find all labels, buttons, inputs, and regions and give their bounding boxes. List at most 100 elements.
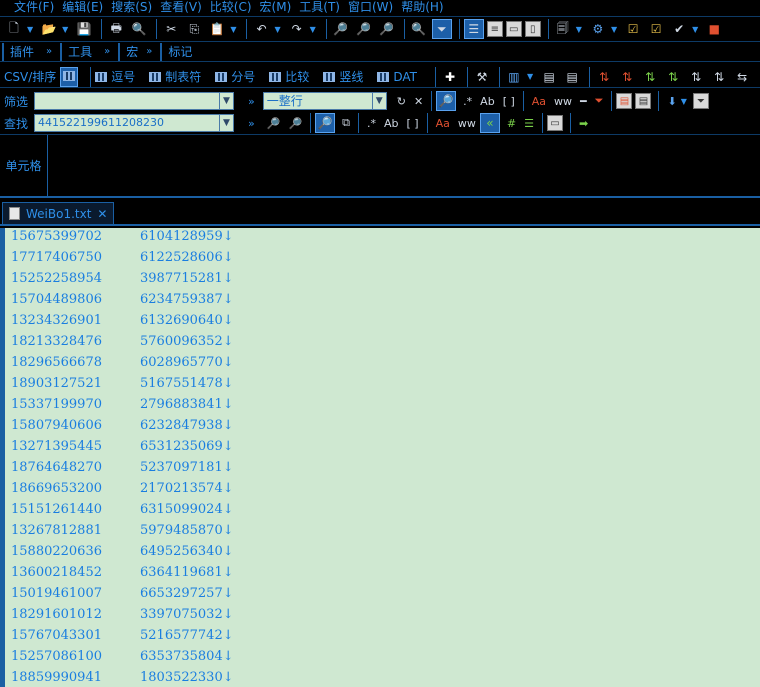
text-line[interactable]: 15337199970 2796883841 ↓ — [11, 397, 234, 414]
chevron-down-icon[interactable]: ▼ — [62, 25, 68, 34]
regex-icon[interactable]: .* — [463, 95, 472, 108]
paste-icon[interactable]: 📋 — [207, 19, 227, 39]
list-view-icon[interactable]: ☰ — [463, 19, 484, 39]
menu-compare[interactable]: 比较(C) — [210, 0, 260, 14]
filter-dropdown[interactable]: ▼ — [220, 92, 234, 110]
hex-view-icon[interactable]: ▭ — [505, 21, 522, 37]
save-icon[interactable]: 💾 — [74, 19, 94, 39]
chevron-down-icon[interactable]: ▼ — [611, 25, 617, 34]
text-line[interactable]: 18669653200 2170213574 ↓ — [11, 481, 234, 498]
filter-icon[interactable]: ⏷ — [431, 19, 452, 39]
filter-search-icon[interactable]: 🔎 — [436, 91, 457, 111]
double-chevron-icon[interactable]: » — [248, 117, 255, 130]
sort-num-asc-icon[interactable]: ⇅ — [640, 67, 660, 87]
redo-icon[interactable]: ↷ — [287, 19, 307, 39]
find-input[interactable]: 441522199611208230 — [34, 114, 220, 132]
chevron-down-icon[interactable]: ▼ — [681, 97, 687, 106]
text-line[interactable]: 13267812881 5979485870 ↓ — [11, 523, 234, 540]
find-prev-icon[interactable]: 🔎 — [267, 117, 281, 130]
text-line[interactable]: 18296566678 6028965770 ↓ — [11, 355, 234, 372]
match-case-icon[interactable]: Ab — [384, 117, 399, 130]
csv-grid-toggle[interactable] — [60, 66, 79, 87]
filter-options-icon[interactable]: ⏷ — [692, 93, 709, 109]
sort-asc-icon[interactable]: ⇅ — [594, 67, 614, 87]
whole-word-icon[interactable]: [ ] — [503, 95, 515, 108]
menu-window[interactable]: 窗口(W) — [348, 0, 401, 14]
menu-help[interactable]: 帮助(H) — [401, 0, 451, 14]
filter-input[interactable] — [34, 92, 220, 110]
chevron-down-icon[interactable]: ▼ — [527, 72, 533, 81]
text-line[interactable]: 18903127521 5167551478 ↓ — [11, 376, 234, 393]
text-line[interactable]: 15807940606 6232847938 ↓ — [11, 418, 234, 435]
sort-len-desc-icon[interactable]: ⇅ — [709, 67, 729, 87]
csv-tab-button[interactable]: 制表符 — [149, 68, 201, 85]
close-icon[interactable]: ✕ — [97, 207, 107, 221]
checklist-icon[interactable]: ☑ — [623, 19, 643, 39]
text-line[interactable]: 13600218452 6364119681 ↓ — [11, 565, 234, 582]
chevron-down-icon[interactable]: ▼ — [692, 25, 698, 34]
find-icon[interactable]: 🔎 — [331, 19, 351, 39]
wildcard-icon[interactable]: ww — [554, 95, 572, 108]
record-icon[interactable]: ■ — [704, 19, 724, 39]
tab-weibo1[interactable]: WeiBo1.txt ✕ — [2, 202, 115, 224]
settings-icon[interactable]: ⚙ — [588, 19, 608, 39]
text-line[interactable]: 18291601012 3397075032 ↓ — [11, 607, 234, 624]
plus-icon[interactable]: ✚ — [440, 67, 460, 87]
text-line[interactable]: 15675399702 6104128959 ↓ — [11, 229, 234, 246]
csv-comma-button[interactable]: 逗号 — [95, 68, 135, 85]
text-line[interactable]: 18213328476 5760096352 ↓ — [11, 334, 234, 351]
marker-group[interactable]: 标记 — [160, 42, 210, 61]
text-line[interactable]: 15880220636 6495256340 ↓ — [11, 544, 234, 561]
regex-icon[interactable]: .* — [367, 117, 376, 130]
sort-num-desc-icon[interactable]: ⇅ — [663, 67, 683, 87]
csv-sort-label[interactable]: CSV/排序 — [4, 68, 56, 85]
text-line[interactable]: 15704489806 6234759387 ↓ — [11, 292, 234, 309]
text-line[interactable]: 15767043301 5216577742 ↓ — [11, 628, 234, 645]
filter-mode-dropdown[interactable]: ▼ — [372, 92, 387, 110]
chevron-down-icon[interactable]: ▼ — [576, 25, 582, 34]
text-line[interactable]: 13234326901 6132690640 ↓ — [11, 313, 234, 330]
print-preview-icon[interactable]: 🔍 — [129, 19, 149, 39]
go-arrow-icon[interactable]: ➡ — [579, 117, 588, 130]
tools-icon[interactable]: ⚒ — [472, 67, 492, 87]
sort-len-asc-icon[interactable]: ⇅ — [686, 67, 706, 87]
match-case-icon[interactable]: Ab — [480, 95, 495, 108]
macro-group[interactable]: 宏 » — [118, 42, 158, 61]
text-line[interactable]: 15252258954 3987715281 ↓ — [11, 271, 234, 288]
replace-icon[interactable]: 🔎 — [377, 19, 397, 39]
chevron-down-icon[interactable]: ▼ — [274, 25, 280, 34]
filter-mode-select[interactable]: 一整行 — [262, 92, 373, 110]
csv-semicolon-button[interactable]: 分号 — [215, 68, 255, 85]
find-next-icon[interactable]: 🔎 — [354, 19, 374, 39]
cut-icon[interactable]: ✂ — [161, 19, 181, 39]
copy-results-icon[interactable]: ▤ — [616, 93, 633, 109]
multi-check-icon[interactable]: ☑ — [646, 19, 666, 39]
double-chevron-icon[interactable]: » — [146, 46, 152, 57]
text-line[interactable]: 15019461007 6653297257 ↓ — [11, 586, 234, 603]
print-icon[interactable]: 🖶 — [106, 19, 126, 39]
highlight-icon[interactable]: Aa — [532, 95, 546, 108]
menu-macro[interactable]: 宏(M) — [260, 0, 300, 14]
wildcard-icon[interactable]: ww — [458, 117, 476, 130]
arrow-down-icon[interactable]: ⬇ — [667, 95, 676, 108]
find-in-files-icon[interactable]: 🔍 — [409, 19, 429, 39]
delete-row-icon[interactable]: ▤ — [562, 67, 582, 87]
chevron-down-icon[interactable]: ▼ — [27, 25, 33, 34]
menu-search[interactable]: 搜索(S) — [111, 0, 160, 14]
menu-file[interactable]: 文件(F) — [14, 0, 62, 14]
text-line[interactable]: 18859990941 1803522330 ↓ — [11, 670, 234, 687]
spellcheck-icon[interactable]: ✔ — [669, 19, 689, 39]
editor-area[interactable]: 15675399702 6104128959 ↓ 17717406750 6122528… — [0, 228, 760, 687]
tools-group[interactable]: 工具 » — [60, 42, 116, 61]
csv-dat-button[interactable]: DAT — [377, 70, 417, 84]
double-chevron-icon[interactable]: » — [104, 46, 110, 57]
open-folder-icon[interactable]: 📂 — [39, 19, 59, 39]
find-all-icon[interactable]: ⧉ — [342, 116, 350, 130]
text-line[interactable]: 15151261440 6315099024 ↓ — [11, 502, 234, 519]
columns-icon[interactable]: ▥ — [504, 67, 524, 87]
results-window-icon[interactable]: ▭ — [546, 115, 563, 131]
column-view-icon[interactable]: ▯ — [524, 21, 541, 37]
sort-desc-icon[interactable]: ⇅ — [617, 67, 637, 87]
text-line[interactable]: 18764648270 5237097181 ↓ — [11, 460, 234, 477]
find-search-icon[interactable]: 🔎 — [315, 113, 336, 133]
